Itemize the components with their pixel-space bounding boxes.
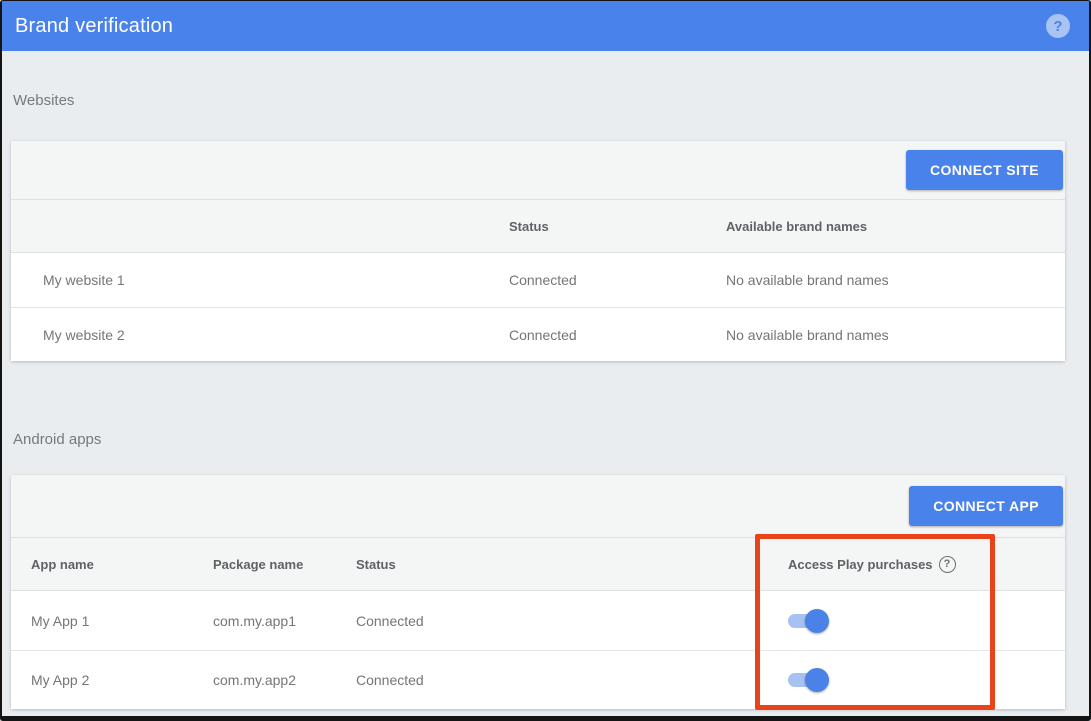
connect-app-button[interactable]: CONNECT APP [909,486,1063,526]
websites-table-card: CONNECT SITE Status Available brand name… [11,141,1065,361]
websites-toolbar: CONNECT SITE [11,141,1065,199]
app-status: Connected [356,613,788,629]
help-icon[interactable]: ? [1046,14,1070,38]
website-name: My website 1 [11,272,509,288]
android-apps-table-card: CONNECT APP App name Package name Status… [11,475,1065,709]
website-status: Connected [509,327,726,343]
toggle-thumb [805,609,829,633]
toggle-thumb [805,668,829,692]
website-brands: No available brand names [726,272,1065,288]
websites-section-label: Websites [13,51,1065,109]
brand-verification-window: Brand verification ? Websites CONNECT SI… [0,0,1091,721]
app-name: My App 2 [11,672,213,688]
package-name: com.my.app2 [213,672,356,688]
access-play-purchases-toggle[interactable] [788,668,829,692]
websites-col-status-header: Status [509,219,726,234]
app-header: Brand verification ? [2,1,1089,51]
apps-col-purchases-label: Access Play purchases [788,557,933,572]
website-name: My website 2 [11,327,509,343]
websites-table-header: Status Available brand names [11,199,1065,253]
table-row[interactable]: My website 2 Connected No available bran… [11,307,1065,361]
apps-col-app-name-header: App name [11,557,213,572]
android-apps-table-header: App name Package name Status Access Play… [11,537,1065,591]
app-name: My App 1 [11,613,213,629]
package-name: com.my.app1 [213,613,356,629]
page-content: Websites CONNECT SITE Status Available b… [2,51,1089,709]
purchases-help-icon[interactable]: ? [939,556,956,573]
apps-col-package-header: Package name [213,557,356,572]
access-play-purchases-toggle[interactable] [788,609,829,633]
page-title: Brand verification [15,15,173,38]
website-status: Connected [509,272,726,288]
apps-col-status-header: Status [356,557,788,572]
app-status: Connected [356,672,788,688]
table-row[interactable]: My website 1 Connected No available bran… [11,253,1065,307]
websites-col-brands-header: Available brand names [726,219,1065,234]
table-row[interactable]: My App 1 com.my.app1 Connected [11,591,1065,650]
apps-col-purchases-header: Access Play purchases ? [788,556,1065,573]
table-row[interactable]: My App 2 com.my.app2 Connected [11,650,1065,709]
connect-site-button[interactable]: CONNECT SITE [906,150,1063,190]
android-apps-toolbar: CONNECT APP [11,475,1065,537]
website-brands: No available brand names [726,327,1065,343]
android-apps-section-label: Android apps [13,361,1065,448]
